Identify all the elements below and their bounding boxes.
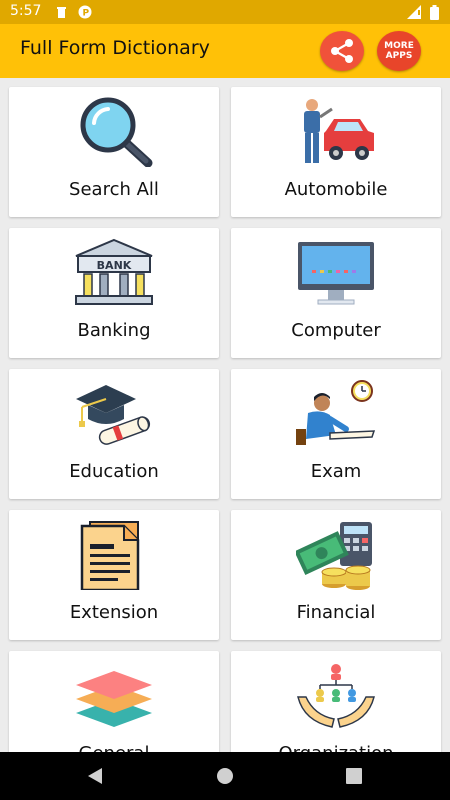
category-label: Exam (310, 461, 362, 482)
app-title: Full Form Dictionary (20, 37, 210, 59)
magnifier-icon (80, 97, 153, 167)
graduation-cap-icon (76, 385, 151, 445)
home-button[interactable] (216, 766, 234, 790)
home-circle-icon (217, 768, 233, 784)
category-card-banking[interactable]: BANK Banking (9, 228, 219, 358)
app-notification-icon: P (78, 5, 92, 23)
category-card-extension[interactable]: Extension (9, 510, 219, 640)
category-card-organization[interactable]: Organization (231, 651, 441, 752)
navigation-bar (0, 752, 450, 800)
category-label: Search All (69, 179, 159, 200)
status-time: 5:57 (10, 3, 42, 19)
category-label: Financial (296, 602, 376, 623)
category-label: Education (69, 461, 159, 482)
money-calculator-icon (296, 522, 372, 590)
status-bar: 5:57 P (0, 0, 450, 24)
computer-monitor-icon (298, 242, 374, 305)
category-grid: Search All Automobile BANK Banking Compu… (0, 78, 450, 752)
svg-text:P: P (83, 9, 90, 19)
back-button[interactable] (86, 766, 104, 790)
category-label: Computer (291, 320, 381, 341)
category-card-search-all[interactable]: Search All (9, 87, 219, 217)
mechanic-car-icon (304, 99, 374, 163)
more-apps-line1: MORE (384, 41, 414, 51)
svg-text:BANK: BANK (97, 259, 132, 272)
category-card-exam[interactable]: Exam (231, 369, 441, 499)
category-label: Automobile (284, 179, 388, 200)
layers-icon (76, 671, 152, 727)
category-label: General (9, 743, 219, 752)
more-apps-button[interactable]: MORE APPS (377, 31, 421, 71)
category-card-education[interactable]: Education (9, 369, 219, 499)
category-card-automobile[interactable]: Automobile (231, 87, 441, 217)
category-card-computer[interactable]: Computer (231, 228, 441, 358)
category-label: Organization (231, 743, 441, 752)
back-triangle-icon (88, 768, 102, 784)
recents-square-icon (346, 768, 362, 784)
document-icon (80, 521, 140, 590)
signal-icon (407, 5, 421, 23)
student-writing-icon (296, 380, 376, 445)
recents-button[interactable] (345, 766, 363, 790)
bank-building-icon: BANK (75, 238, 153, 305)
organization-hands-icon (297, 664, 375, 728)
category-label: Extension (69, 602, 159, 623)
battery-icon (430, 5, 439, 24)
app-bar: Full Form Dictionary MORE APPS (0, 24, 450, 78)
category-card-general[interactable]: General (9, 651, 219, 752)
category-label: Banking (77, 320, 151, 341)
category-card-financial[interactable]: Financial (231, 510, 441, 640)
more-apps-line2: APPS (385, 51, 413, 61)
share-icon (331, 39, 353, 63)
trash-notification-icon (56, 5, 67, 22)
share-button[interactable] (320, 31, 364, 71)
